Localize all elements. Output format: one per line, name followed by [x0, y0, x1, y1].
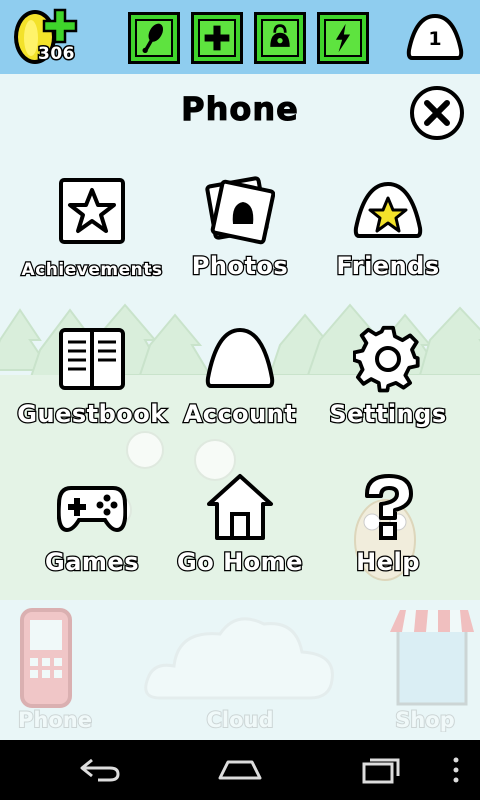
cloud-nav-button[interactable]: Cloud: [140, 600, 340, 740]
achievements-button[interactable]: Achievements: [17, 176, 167, 306]
account-button[interactable]: Account: [165, 324, 315, 454]
home-icon[interactable]: [216, 754, 264, 786]
coins-button[interactable]: 306: [12, 8, 82, 66]
back-icon[interactable]: [78, 754, 122, 786]
phone-icon: [20, 608, 72, 708]
friends-label: Friends: [335, 251, 440, 282]
cloud-nav-label: Cloud: [205, 707, 274, 733]
house-icon: [207, 474, 273, 540]
shop-nav-label: Shop: [394, 707, 456, 733]
level-number: 1: [428, 28, 442, 50]
friends-button[interactable]: Friends: [313, 176, 463, 306]
friends-star-icon: [353, 181, 423, 238]
phone-nav-button[interactable]: Phone: [0, 600, 110, 740]
system-navigation-bar: [0, 740, 480, 800]
level-badge[interactable]: 1: [406, 12, 464, 64]
games-button[interactable]: Games: [17, 472, 167, 602]
shop-nav-button[interactable]: Shop: [370, 600, 480, 740]
recents-icon[interactable]: [360, 754, 404, 786]
cloud-icon: [144, 617, 334, 700]
top-status-bar: 306 1: [0, 0, 480, 74]
health-stat[interactable]: [191, 12, 243, 64]
guestbook-button[interactable]: Guestbook: [16, 324, 167, 454]
cross-icon: [204, 25, 230, 51]
add-coins-icon: [42, 8, 78, 44]
close-button[interactable]: [410, 86, 464, 140]
energy-stat[interactable]: [317, 12, 369, 64]
menu-icon[interactable]: [448, 754, 464, 786]
settings-label: Settings: [328, 399, 447, 430]
page-title: Phone: [181, 90, 299, 129]
settings-button[interactable]: Settings: [313, 324, 463, 454]
soap-icon: [270, 24, 290, 47]
gear-icon: [353, 325, 420, 393]
photos-icon: [205, 176, 275, 245]
hygiene-stat[interactable]: [254, 12, 306, 64]
question-icon: [365, 474, 413, 540]
help-button[interactable]: Help: [313, 472, 463, 602]
go-home-button[interactable]: Go Home: [165, 472, 315, 602]
pou-icon: [205, 327, 275, 388]
gamepad-icon: [57, 486, 127, 533]
shop-icon: [390, 610, 474, 706]
book-icon: [59, 328, 125, 390]
star-box-icon: [59, 178, 125, 244]
drumstick-icon: [142, 23, 164, 54]
photos-button[interactable]: Photos: [165, 176, 315, 306]
lightning-icon: [335, 23, 351, 53]
close-icon: [424, 100, 450, 126]
phone-nav-label: Phone: [17, 707, 93, 733]
coin-count: 306: [37, 43, 77, 66]
hunger-stat[interactable]: [128, 12, 180, 64]
help-label: Help: [355, 547, 421, 578]
